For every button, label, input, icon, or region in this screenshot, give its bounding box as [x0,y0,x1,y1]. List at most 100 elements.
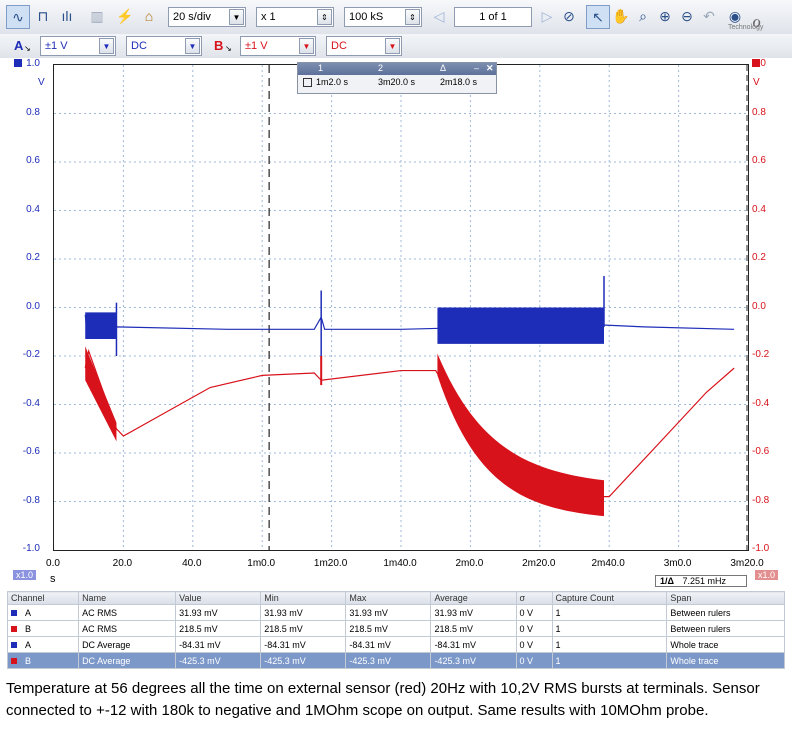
column-header[interactable]: Value [175,591,262,605]
channel-b-options-icon[interactable]: ↘ [225,44,232,53]
stepper-icon[interactable]: ⇕ [405,9,420,25]
zoom-area-icon[interactable]: ⌕ [632,5,654,27]
right-y-tick-label: 0.6 [752,155,766,166]
channel-a-options-icon[interactable]: ↘ [24,44,31,53]
left-y-tick-label: 0.8 [26,106,40,118]
table-cell: 31.93 mV [345,604,432,621]
frequency-value: 7.251 mHz [682,576,727,586]
frequency-readout: 1/Δ 7.251 mHz [655,575,747,587]
table-cell: -84.31 mV [175,636,262,653]
table-cell: B [6,652,80,669]
channel-color-swatch [11,626,17,633]
ruler-legend-header[interactable]: 1 2 Δ – ✕ [298,63,496,75]
buffer-page-value: 1 of 1 [479,11,507,23]
column-header[interactable]: Max [345,591,432,605]
column-header[interactable]: Name [78,591,177,605]
timebase-select[interactable]: 20 s/div ▼ [168,7,246,27]
table-row[interactable]: A AC RMS 31.93 mV 31.93 mV 31.93 mV 31.93 mV 0… [6,604,785,621]
channel-b-range-select[interactable]: ±1 V ▼ [240,36,316,56]
channel-a-coupling-select[interactable]: DC ▼ [126,36,202,56]
channel-name: A [25,607,32,618]
spectrum-mode-icon[interactable]: ılı [56,5,78,27]
zoom-in-icon[interactable]: ⊕ [654,5,676,27]
measurements-table: Channel Name Value Min Max Average σ Capture Co… [6,591,785,669]
persistence-mode-icon[interactable]: ⊓ [32,5,54,27]
table-cell: -84.31 mV [345,636,432,653]
left-scale-badge[interactable]: x1.0 [13,570,37,580]
table-cell: -425.3 mV [175,652,262,669]
trigger-icon[interactable]: ⚡ [114,5,136,27]
table-row[interactable]: B DC Average -425.3 mV -425.3 mV -425.3 mV -4… [6,652,785,669]
table-cell: 1 [551,620,668,637]
chevron-down-icon[interactable]: ▼ [229,9,244,25]
column-header[interactable]: Capture Count [551,591,668,605]
column-header[interactable]: Average [430,591,517,605]
zoom-stepper[interactable]: x 1 ⇕ [256,7,334,27]
left-y-tick-label: -1.0 [22,543,40,554]
samples-stepper[interactable]: 100 kS ⇕ [344,7,422,27]
table-cell: AC RMS [78,604,177,621]
next-buffer-icon[interactable]: ▷ [536,5,558,27]
channel-b-coupling-value: DC [331,40,347,52]
waveform-canvas[interactable] [54,65,748,550]
chevron-down-icon[interactable]: ▼ [99,38,114,54]
scope-plot[interactable] [53,64,749,551]
table-cell: 1 [551,604,668,621]
scope-mode-icon[interactable]: ∿ [6,5,30,29]
zoom-out-icon[interactable]: ⊖ [676,5,698,27]
table-cell: AC RMS [78,620,177,637]
table-cell: -425.3 mV [345,652,432,669]
channel-a-label[interactable]: A [14,38,23,53]
right-scale-badge[interactable]: x1.0 [755,570,779,580]
column-header[interactable]: σ [515,591,553,605]
buffer-page-field[interactable]: 1 of 1 [454,7,532,27]
left-y-tick-label: 0.4 [26,203,40,215]
ruler-delta-value: 2m18.0 s [440,77,478,87]
right-y-tick-label: -1.0 [752,543,770,554]
left-y-tick-label: 1.0 [26,58,40,69]
channel-color-swatch [11,658,17,665]
channel-name: B [25,623,32,634]
ruler-checkbox[interactable] [303,78,312,87]
channel-a-coupling-value: DC [131,40,147,52]
channel-b-label[interactable]: B [214,38,223,53]
previous-buffer-icon[interactable]: ◁ [428,5,450,27]
close-icon[interactable]: ✕ [486,63,494,74]
table-cell: -84.31 mV [260,636,347,653]
samples-value: 100 kS [349,11,384,23]
column-header[interactable]: Channel [6,591,80,605]
channel-b-coupling-select[interactable]: DC ▼ [326,36,402,56]
channel-a-range-select[interactable]: ±1 V ▼ [40,36,116,56]
table-cell: 0 V [515,620,553,637]
stepper-icon[interactable]: ⇕ [317,9,332,25]
x-tick-label: 3m20.0 [730,558,764,569]
table-row[interactable]: A DC Average -84.31 mV -84.31 mV -84.31 mV -8… [6,636,785,653]
pointer-icon[interactable]: ↖ [586,5,610,29]
table-cell: -425.3 mV [260,652,347,669]
undo-zoom-icon[interactable]: ↶ [698,5,720,27]
chevron-down-icon[interactable]: ▼ [385,38,400,54]
table-cell: 31.93 mV [260,604,347,621]
channel-a-range-value: ±1 V [45,40,68,52]
home-icon[interactable]: ⌂ [138,5,160,27]
hand-icon[interactable]: ✋ [610,5,632,27]
compass-icon[interactable]: ⊘ [558,5,580,27]
channel-b-range-value: ±1 V [245,40,268,52]
channel-b-burst-1 [85,346,117,442]
table-cell: Between rulers [666,620,785,637]
chevron-down-icon[interactable]: ▼ [185,38,200,54]
table-row[interactable]: B AC RMS 218.5 mV 218.5 mV 218.5 mV 218.5 mV 0… [6,620,785,637]
minimize-icon[interactable]: – [474,63,479,73]
x-tick-label: 1m40.0 [383,558,417,569]
channel-name: A [25,639,32,650]
channel-b-trace [84,348,735,498]
left-y-tick-label: 0.0 [26,300,40,312]
chevron-down-icon[interactable]: ▼ [299,38,314,54]
right-y-tick-label: -0.2 [752,349,770,360]
ruler-legend[interactable]: 1 2 Δ – ✕ 1m2.0 s 3m20.0 s 2m18.0 s [297,62,497,94]
table-cell: Between rulers [666,604,785,621]
column-header[interactable]: Span [666,591,785,605]
spectrum-options-icon[interactable]: ▥ [86,5,108,27]
table-cell: 1 [551,636,668,653]
column-header[interactable]: Min [260,591,347,605]
